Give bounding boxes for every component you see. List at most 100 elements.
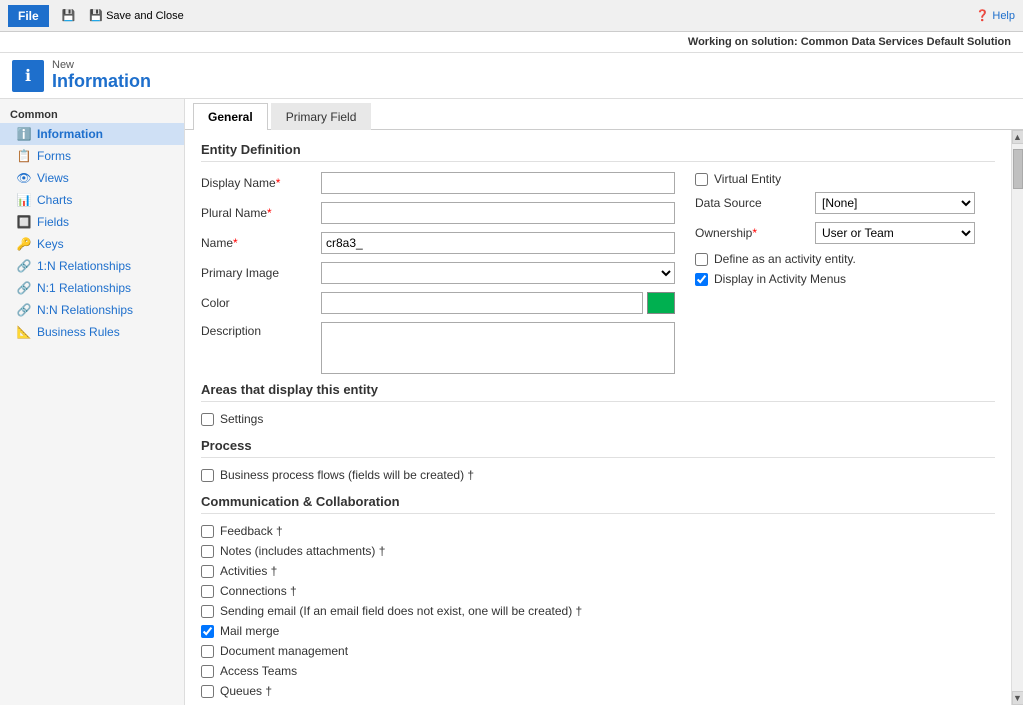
entity-definition-header: Entity Definition [201,142,995,162]
n1-icon: 🔗 [16,280,32,296]
sending-email-row: Sending email (If an email field does no… [201,604,995,618]
process-section: Process Business process flows (fields w… [201,438,995,482]
display-activity-menus-row: Display in Activity Menus [695,272,995,286]
virtual-entity-label: Virtual Entity [714,172,781,186]
primary-image-row: Primary Image [201,262,675,284]
1n-icon: 🔗 [16,258,32,274]
scrollbar-down-arrow[interactable]: ▼ [1012,691,1023,705]
description-textarea[interactable] [321,322,675,374]
color-row: Color [201,292,675,314]
sidebar-item-1n-relationships[interactable]: 🔗 1:N Relationships [0,255,184,277]
display-name-input[interactable] [321,172,675,194]
ownership-row: Ownership* User or Team [695,222,995,244]
notes-row: Notes (includes attachments) † [201,544,995,558]
description-row: Description [201,322,675,374]
sidebar-item-n1-relationships[interactable]: 🔗 N:1 Relationships [0,277,184,299]
sidebar-item-keys[interactable]: 🔑 Keys [0,233,184,255]
form-two-col: Display Name* Plural Name* [201,172,995,382]
content-area: General Primary Field Entity Definition … [185,99,1023,705]
charts-icon: 📊 [16,192,32,208]
sidebar-item-information[interactable]: ℹ️ Information [0,123,184,145]
connections-checkbox[interactable] [201,585,214,598]
name-label: Name* [201,236,321,250]
plural-name-row: Plural Name* [201,202,675,224]
save-close-button[interactable]: 💾 Save and Close [84,6,188,25]
feedback-checkbox[interactable] [201,525,214,538]
areas-header: Areas that display this entity [201,382,995,402]
form-content: Entity Definition Display Name* Plu [185,130,1011,705]
save-icon-btn[interactable]: 💾 [57,6,81,25]
color-swatch[interactable] [647,292,675,314]
nn-icon: 🔗 [16,302,32,318]
sidebar-item-charts[interactable]: 📊 Charts [0,189,184,211]
define-activity-label: Define as an activity entity. [714,252,856,266]
primary-image-select[interactable] [321,262,675,284]
sidebar-item-forms[interactable]: 📋 Forms [0,145,184,167]
name-input[interactable]: cr8a3_ [321,232,675,254]
auto-move-checkbox[interactable] [241,705,254,706]
notes-checkbox[interactable] [201,545,214,558]
sidebar-item-views[interactable]: 👁 Views [0,167,184,189]
define-activity-checkbox[interactable] [695,253,708,266]
views-icon: 👁 [16,170,32,186]
document-management-checkbox[interactable] [201,645,214,658]
name-row: Name* cr8a3_ [201,232,675,254]
fields-icon: 🔲 [16,214,32,230]
access-teams-row: Access Teams [201,664,995,678]
collab-section: Communication & Collaboration Feedback †… [201,494,995,705]
scrollbar-track[interactable] [1012,144,1023,691]
tab-bar: General Primary Field [185,99,1023,130]
sending-email-checkbox[interactable] [201,605,214,618]
mail-merge-checkbox[interactable] [201,625,214,638]
sidebar-section-common: Common [0,105,184,123]
sidebar-item-fields[interactable]: 🔲 Fields [0,211,184,233]
plural-name-input[interactable] [321,202,675,224]
connections-row: Connections † [201,584,995,598]
access-teams-checkbox[interactable] [201,665,214,678]
color-input[interactable] [321,292,643,314]
activities-checkbox[interactable] [201,565,214,578]
tab-primary-field[interactable]: Primary Field [271,103,372,130]
help-link[interactable]: ❓ Help [976,9,1015,22]
save-close-icon: 💾 [89,9,103,22]
primary-image-label: Primary Image [201,266,321,280]
tab-general[interactable]: General [193,103,268,130]
file-button[interactable]: File [8,5,49,27]
notes-label: Notes (includes attachments) † [220,544,385,558]
connections-label: Connections † [220,584,297,598]
ownership-select[interactable]: User or Team [815,222,975,244]
sidebar-item-business-rules[interactable]: 📐 Business Rules [0,321,184,343]
scrollbar-up-arrow[interactable]: ▲ [1012,130,1023,144]
define-activity-row: Define as an activity entity. [695,252,995,266]
sidebar-item-nn-relationships[interactable]: 🔗 N:N Relationships [0,299,184,321]
display-name-label: Display Name* [201,176,321,190]
settings-checkbox[interactable] [201,413,214,426]
main-layout: Common ℹ️ Information 📋 Forms 👁 Views 📊 … [0,99,1023,705]
display-activity-menus-checkbox[interactable] [695,273,708,286]
auto-move-row: Automatically move records to the owner'… [201,704,995,705]
virtual-entity-row: Virtual Entity [695,172,995,186]
ownership-label: Ownership* [695,226,815,240]
settings-row: Settings [201,412,995,426]
page-header-icon: ℹ [12,60,44,92]
feedback-label: Feedback † [220,524,283,538]
auto-move-label: Automatically move records to the owner'… [260,704,765,705]
sidebar: Common ℹ️ Information 📋 Forms 👁 Views 📊 … [0,99,185,705]
page-title: Information [52,71,151,92]
scrollbar-thumb[interactable] [1013,149,1023,189]
top-bar: File 💾 💾 Save and Close ❓ Help [0,0,1023,32]
queues-checkbox[interactable] [201,685,214,698]
business-process-checkbox[interactable] [201,469,214,482]
display-name-row: Display Name* [201,172,675,194]
business-process-row: Business process flows (fields will be c… [201,468,995,482]
plural-name-label: Plural Name* [201,206,321,220]
data-source-select[interactable]: [None] [815,192,975,214]
form-right: Virtual Entity Data Source [None] Owners… [675,172,995,382]
virtual-entity-checkbox[interactable] [695,173,708,186]
areas-section: Areas that display this entity Settings [201,382,995,426]
keys-icon: 🔑 [16,236,32,252]
access-teams-label: Access Teams [220,664,297,678]
help-icon: ❓ [976,10,990,22]
sending-email-label: Sending email (If an email field does no… [220,604,582,618]
document-management-label: Document management [220,644,348,658]
